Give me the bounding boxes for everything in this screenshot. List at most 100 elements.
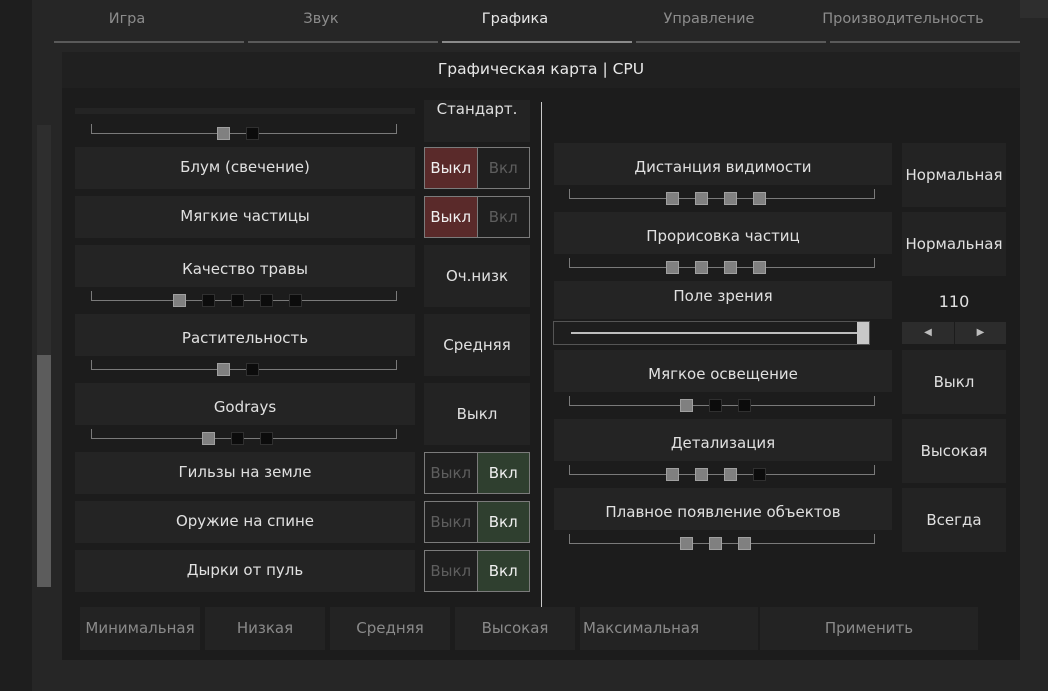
tab-underline-active — [442, 41, 632, 43]
fov-increase-icon[interactable]: ▶ — [955, 322, 1006, 344]
soft-light-step[interactable] — [709, 399, 722, 412]
soft-particles-on-option[interactable]: Вкл — [477, 197, 529, 237]
bloom-on-option[interactable]: Вкл — [477, 148, 529, 188]
weapon-back-label: Оружие на спине — [175, 512, 315, 530]
scrollbar-thumb[interactable] — [37, 355, 51, 587]
tab-underline — [54, 41, 244, 43]
bloom-toggle[interactable]: Выкл Вкл — [424, 147, 530, 189]
fade-in-step[interactable] — [680, 537, 693, 550]
soft-light-value[interactable]: Выкл — [902, 350, 1006, 414]
view-distance-step[interactable] — [666, 192, 679, 205]
godrays-value[interactable]: Выкл — [424, 383, 530, 445]
fov-slider-track — [571, 332, 859, 334]
godrays-step[interactable] — [231, 432, 244, 445]
slider-tick — [569, 534, 570, 544]
preset-medium-button[interactable]: Средняя — [330, 607, 450, 650]
slider-tick — [569, 396, 570, 406]
tab-performance[interactable]: Производительность — [810, 0, 996, 42]
preset-high-button[interactable]: Высокая — [455, 607, 575, 650]
fade-in-step[interactable] — [738, 537, 751, 550]
view-distance-step[interactable] — [724, 192, 737, 205]
slider-tick — [874, 189, 875, 199]
grass-step[interactable] — [173, 294, 186, 307]
detail-step[interactable] — [666, 468, 679, 481]
slider-tick — [874, 534, 875, 544]
grass-step[interactable] — [202, 294, 215, 307]
slider-step[interactable] — [217, 127, 230, 140]
particle-draw-step[interactable] — [695, 261, 708, 274]
grass-step[interactable] — [231, 294, 244, 307]
weapon-back-toggle[interactable]: Выкл Вкл — [424, 501, 530, 543]
tab-graphics[interactable]: Графика — [442, 0, 588, 42]
slider-track — [569, 543, 875, 544]
preset-low-button[interactable]: Низкая — [205, 607, 325, 650]
soft-particles-toggle[interactable]: Выкл Вкл — [424, 196, 530, 238]
soft-light-step[interactable] — [738, 399, 751, 412]
fov-decrease-icon[interactable]: ◀ — [902, 322, 954, 344]
shells-off-option[interactable]: Выкл — [425, 453, 477, 493]
detail-step[interactable] — [753, 468, 766, 481]
slider-track — [91, 369, 397, 370]
slider-tick — [396, 360, 397, 370]
slider-tick — [91, 360, 92, 370]
partial-value[interactable]: Стандарт. — [424, 100, 530, 142]
section-title: Графическая карта | CPU — [62, 52, 1020, 88]
vegetation-step[interactable] — [246, 363, 259, 376]
fade-in-step[interactable] — [709, 537, 722, 550]
fade-in-value[interactable]: Всегда — [902, 488, 1006, 552]
bullet-holes-label: Дырки от пуль — [186, 561, 304, 579]
detail-label: Детализация — [670, 434, 776, 452]
fov-label: Поле зрения — [673, 287, 773, 305]
soft-particles-off-option[interactable]: Выкл — [425, 197, 477, 237]
shells-toggle[interactable]: Выкл Вкл — [424, 452, 530, 494]
slider-tick — [874, 258, 875, 268]
slider-tick — [91, 429, 92, 439]
weapon-back-on-option[interactable]: Вкл — [477, 502, 529, 542]
grass-value[interactable]: Оч.низк — [424, 245, 530, 307]
grass-step[interactable] — [289, 294, 302, 307]
slider-track — [569, 267, 875, 268]
particle-draw-step[interactable] — [666, 261, 679, 274]
slider-step[interactable] — [246, 127, 259, 140]
particle-draw-value[interactable]: Нормальная — [902, 212, 1006, 276]
detail-step[interactable] — [695, 468, 708, 481]
vegetation-label: Растительность — [181, 329, 309, 347]
grass-step[interactable] — [260, 294, 273, 307]
vegetation-value[interactable]: Средняя — [424, 314, 530, 376]
preset-max-button[interactable]: Максимальная — [580, 607, 758, 650]
particle-draw-step[interactable] — [724, 261, 737, 274]
shells-on-option[interactable]: Вкл — [477, 453, 529, 493]
bullet-holes-on-option[interactable]: Вкл — [477, 551, 529, 591]
fade-in-label: Плавное появление объектов — [605, 503, 841, 521]
weapon-back-off-option[interactable]: Выкл — [425, 502, 477, 542]
bullet-holes-toggle[interactable]: Выкл Вкл — [424, 550, 530, 592]
bullet-holes-off-option[interactable]: Выкл — [425, 551, 477, 591]
particle-draw-step[interactable] — [753, 261, 766, 274]
tab-game[interactable]: Игра — [54, 0, 200, 42]
slider-tick — [569, 465, 570, 475]
view-distance-step[interactable] — [753, 192, 766, 205]
vegetation-step[interactable] — [217, 363, 230, 376]
tab-sound[interactable]: Звук — [248, 0, 394, 42]
particle-draw-label: Прорисовка частиц — [646, 227, 800, 245]
detail-value[interactable]: Высокая — [902, 419, 1006, 483]
slider-tick — [874, 465, 875, 475]
detail-step[interactable] — [724, 468, 737, 481]
preset-minimal-button[interactable]: Минимальная — [80, 607, 200, 650]
apply-button[interactable]: Применить — [760, 607, 978, 650]
slider-tick — [91, 291, 92, 301]
tab-controls[interactable]: Управление — [636, 0, 782, 42]
soft-light-step[interactable] — [680, 399, 693, 412]
tab-underline — [248, 41, 438, 43]
partial-row — [75, 108, 415, 114]
fov-slider-handle[interactable] — [857, 322, 869, 344]
slider-tick — [874, 396, 875, 406]
view-distance-value[interactable]: Нормальная — [902, 143, 1006, 207]
view-distance-step[interactable] — [695, 192, 708, 205]
tab-underline — [636, 41, 826, 43]
godrays-step[interactable] — [260, 432, 273, 445]
bloom-off-option[interactable]: Выкл — [425, 148, 477, 188]
slider-track — [91, 300, 397, 301]
godrays-step[interactable] — [202, 432, 215, 445]
slider-tick — [569, 189, 570, 199]
